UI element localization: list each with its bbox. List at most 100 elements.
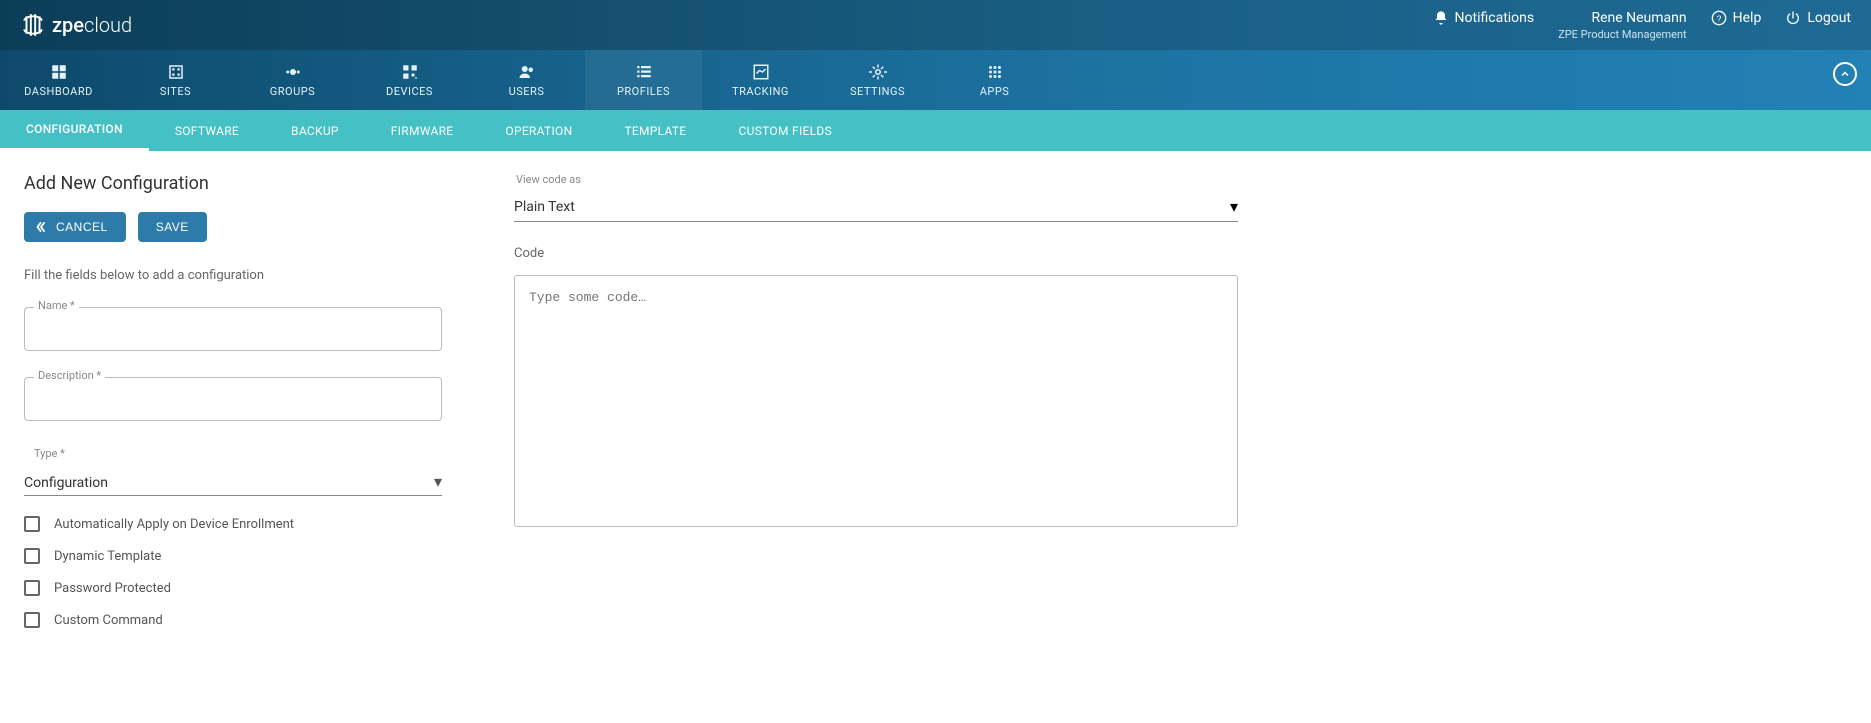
view-code-as-label: View code as [514, 173, 1238, 186]
bell-icon [1433, 10, 1449, 26]
nav-item-label: SITES [160, 85, 191, 98]
subnav-firmware[interactable]: FIRMWARE [365, 110, 480, 151]
nav-item-label: DEVICES [386, 85, 433, 98]
apps-icon [986, 63, 1004, 81]
nav-dashboard[interactable]: DASHBOARD [0, 50, 117, 110]
subnav-template[interactable]: TEMPLATE [598, 110, 712, 151]
check-label: Custom Command [54, 613, 163, 628]
subnav-software[interactable]: SOFTWARE [149, 110, 265, 151]
name-field: Name * [24, 307, 444, 351]
notifications-label: Notifications [1455, 10, 1535, 26]
nav-profiles[interactable]: PROFILES [585, 50, 702, 110]
subnav-label: FIRMWARE [391, 124, 454, 138]
description-field: Description * [24, 377, 444, 421]
code-column: View code as Plain Text ▾ Code [514, 173, 1238, 644]
nav-item-label: APPS [980, 85, 1010, 98]
collapse-nav-button[interactable] [1833, 62, 1857, 86]
profiles-icon [635, 63, 653, 81]
chevron-down-icon: ▾ [1230, 197, 1238, 216]
checkbox-icon [24, 516, 40, 532]
type-label: Type * [24, 447, 444, 460]
type-value: Configuration [24, 475, 108, 491]
user-org: ZPE Product Management [1558, 28, 1687, 41]
save-label: SAVE [156, 220, 189, 234]
settings-icon [869, 63, 887, 81]
help-icon: ? [1711, 10, 1727, 26]
form-column: Add New Configuration CANCEL SAVE Fill t… [24, 173, 444, 644]
nav-item-label: DASHBOARD [24, 85, 93, 98]
brand-logo-icon [20, 12, 46, 38]
nav-users[interactable]: USERS [468, 50, 585, 110]
nav-settings[interactable]: SETTINGS [819, 50, 936, 110]
check-auto-apply[interactable]: Automatically Apply on Device Enrollment [24, 516, 444, 532]
view-code-as-select[interactable]: Plain Text ▾ [514, 192, 1238, 222]
main-nav: DASHBOARD SITES GROUPS DEVICES USERS PRO… [0, 50, 1871, 110]
brand-name-b: cloud [84, 13, 132, 37]
nav-item-label: PROFILES [617, 85, 670, 98]
sites-icon [167, 63, 185, 81]
description-input[interactable] [24, 377, 442, 421]
svg-text:?: ? [1716, 13, 1721, 23]
nav-apps[interactable]: APPS [936, 50, 1053, 110]
check-label: Automatically Apply on Device Enrollment [54, 517, 294, 532]
groups-icon [284, 63, 302, 81]
subnav-label: OPERATION [505, 124, 572, 138]
checkbox-icon [24, 548, 40, 564]
check-custom-command[interactable]: Custom Command [24, 612, 444, 628]
save-button[interactable]: SAVE [138, 212, 207, 242]
help-button[interactable]: ? Help [1711, 10, 1762, 26]
help-label: Help [1733, 10, 1762, 26]
notifications-button[interactable]: Notifications [1433, 10, 1535, 26]
type-select[interactable]: Configuration ▾ [24, 460, 442, 496]
code-label: Code [514, 246, 1238, 261]
user-name: Rene Neumann [1591, 10, 1686, 26]
sub-nav: CONFIGURATION SOFTWARE BACKUP FIRMWARE O… [0, 110, 1871, 151]
help-text: Fill the fields below to add a configura… [24, 268, 444, 283]
nav-item-label: SETTINGS [850, 85, 905, 98]
devices-icon [401, 63, 419, 81]
nav-groups[interactable]: GROUPS [234, 50, 351, 110]
subnav-configuration[interactable]: CONFIGURATION [0, 110, 149, 151]
subnav-label: SOFTWARE [175, 124, 239, 138]
logout-label: Logout [1807, 10, 1851, 26]
brand-logo: zpecloud [20, 12, 132, 38]
check-dynamic-template[interactable]: Dynamic Template [24, 548, 444, 564]
nav-sites[interactable]: SITES [117, 50, 234, 110]
subnav-backup[interactable]: BACKUP [265, 110, 365, 151]
check-label: Password Protected [54, 581, 171, 596]
name-label: Name * [34, 299, 79, 312]
brand-name-a: zpe [52, 13, 84, 37]
description-label: Description * [34, 369, 105, 382]
subnav-label: TEMPLATE [624, 124, 686, 138]
code-input[interactable] [514, 275, 1238, 527]
subnav-custom-fields[interactable]: CUSTOM FIELDS [713, 110, 859, 151]
name-input[interactable] [24, 307, 442, 351]
power-icon [1785, 10, 1801, 26]
subnav-operation[interactable]: OPERATION [479, 110, 598, 151]
nav-item-label: TRACKING [732, 85, 789, 98]
checkbox-icon [24, 580, 40, 596]
check-label: Dynamic Template [54, 549, 161, 564]
view-code-as-value: Plain Text [514, 199, 575, 215]
nav-tracking[interactable]: TRACKING [702, 50, 819, 110]
subnav-label: CUSTOM FIELDS [739, 124, 833, 138]
checkbox-icon [24, 612, 40, 628]
nav-item-label: USERS [509, 85, 545, 98]
page-title: Add New Configuration [24, 173, 444, 194]
double-chevron-left-icon [34, 220, 48, 234]
users-icon [518, 63, 536, 81]
dashboard-icon [50, 63, 68, 81]
app-header: zpecloud Notifications Rene Neumann ZPE … [0, 0, 1871, 50]
brand-name: zpecloud [52, 13, 132, 37]
cancel-button[interactable]: CANCEL [24, 212, 126, 242]
nav-devices[interactable]: DEVICES [351, 50, 468, 110]
user-block[interactable]: Rene Neumann ZPE Product Management [1558, 10, 1687, 41]
content: Add New Configuration CANCEL SAVE Fill t… [0, 151, 1871, 684]
check-password-protected[interactable]: Password Protected [24, 580, 444, 596]
chevron-up-icon [1839, 68, 1851, 80]
subnav-label: CONFIGURATION [26, 122, 123, 136]
cancel-label: CANCEL [56, 220, 108, 234]
logout-button[interactable]: Logout [1785, 10, 1851, 26]
chevron-down-icon: ▾ [434, 472, 442, 491]
subnav-label: BACKUP [291, 124, 339, 138]
